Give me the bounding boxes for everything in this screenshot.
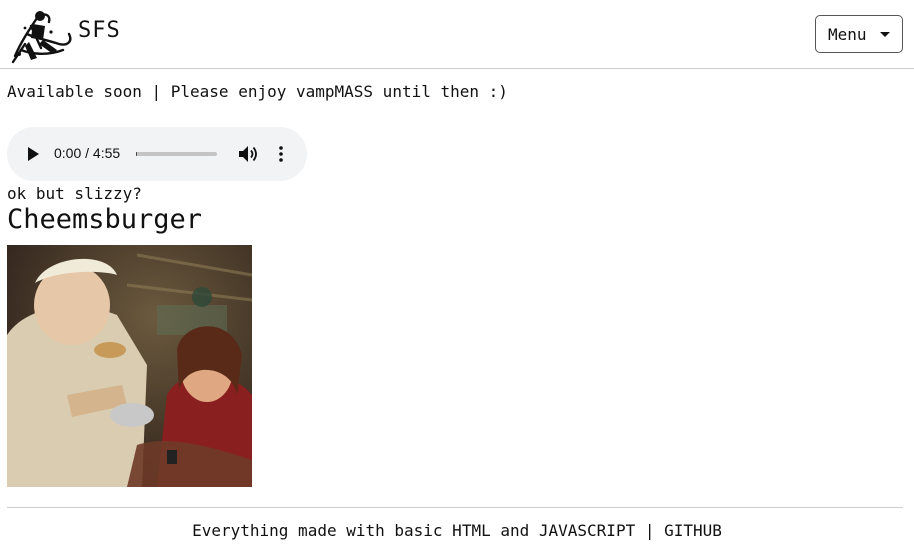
page-title: Cheemsburger: [7, 204, 203, 235]
audio-player[interactable]: 0:00 / 4:55: [7, 127, 307, 181]
github-link[interactable]: GITHUB: [664, 521, 722, 540]
notice-text: Available soon | Please enjoy vampMASS u…: [7, 82, 508, 101]
footer: Everything made with basic HTML and JAVA…: [0, 521, 914, 540]
menu-dropdown-button[interactable]: Menu: [815, 15, 903, 53]
caret-down-icon: [880, 32, 890, 37]
menu-label: Menu: [828, 24, 867, 44]
more-options-icon[interactable]: [277, 145, 285, 163]
navbar: SFS Menu: [0, 0, 914, 69]
caption-text: ok but slizzy?: [7, 184, 142, 203]
play-icon[interactable]: [28, 147, 39, 161]
volume-icon[interactable]: [238, 145, 258, 163]
audio-progress: [136, 152, 137, 156]
footer-divider: [7, 507, 903, 508]
footer-text: Everything made with basic HTML and JAVA…: [192, 521, 665, 540]
audio-time: 0:00 / 4:55: [54, 145, 121, 161]
cheemsburger-photo: [7, 245, 252, 487]
brand-title: SFS: [78, 18, 121, 43]
brand-link[interactable]: SFS: [7, 4, 120, 64]
logo-icon: [11, 11, 72, 64]
audio-seek-slider[interactable]: [136, 152, 217, 156]
